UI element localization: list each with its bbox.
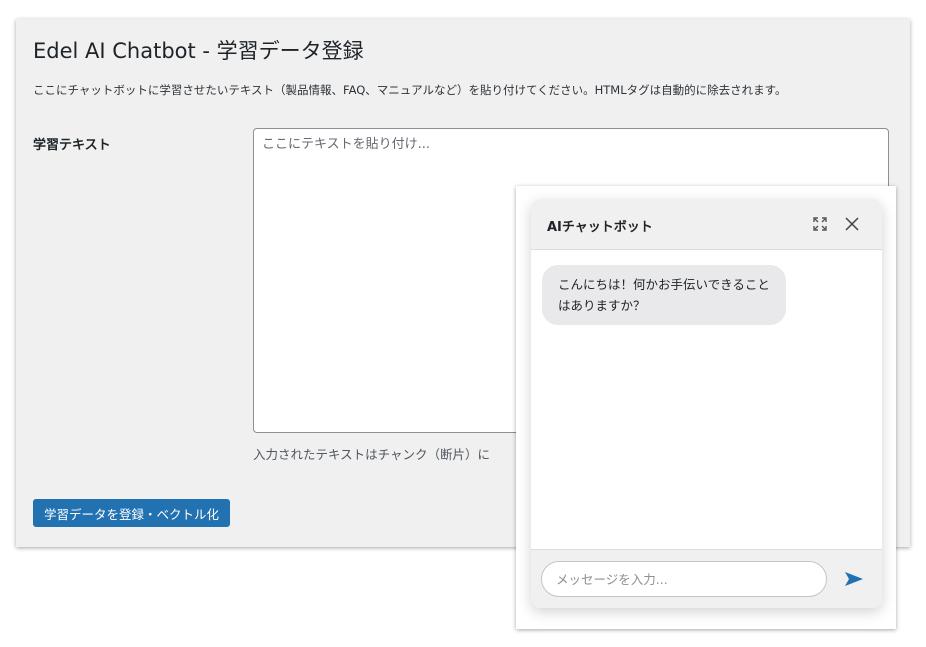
expand-button[interactable] [808, 212, 832, 236]
bot-message: こんにちは！何かお手伝いできることはありますか？ [542, 265, 786, 325]
chat-title: AIチャットボット [547, 220, 653, 235]
register-vectorize-button[interactable]: 学習データを登録・ベクトル化 [33, 499, 231, 527]
training-text-label: 学習テキスト [33, 138, 111, 153]
close-icon [845, 217, 859, 231]
chat-messages: こんにちは！何かお手伝いできることはありますか？ [531, 250, 882, 548]
close-button[interactable] [840, 212, 864, 236]
send-button[interactable] [842, 568, 866, 590]
page-title: Edel AI Chatbot - 学習データ登録 [33, 39, 364, 63]
expand-icon [813, 217, 827, 231]
page-description: ここにチャットボットに学習させたいテキスト（製品情報、FAQ、マニュアルなど）を… [33, 83, 787, 97]
chat-widget-frame: AIチャットボット こんにちは！何かお手伝いできることはありますか？ [516, 186, 896, 629]
message-input[interactable] [541, 561, 827, 597]
send-icon [845, 572, 863, 586]
chat-footer [531, 549, 882, 608]
chat-header: AIチャットボット [531, 199, 882, 250]
chat-window: AIチャットボット こんにちは！何かお手伝いできることはありますか？ [531, 199, 882, 608]
field-help-text: 入力されたテキストはチャンク（断片）に [253, 447, 491, 462]
